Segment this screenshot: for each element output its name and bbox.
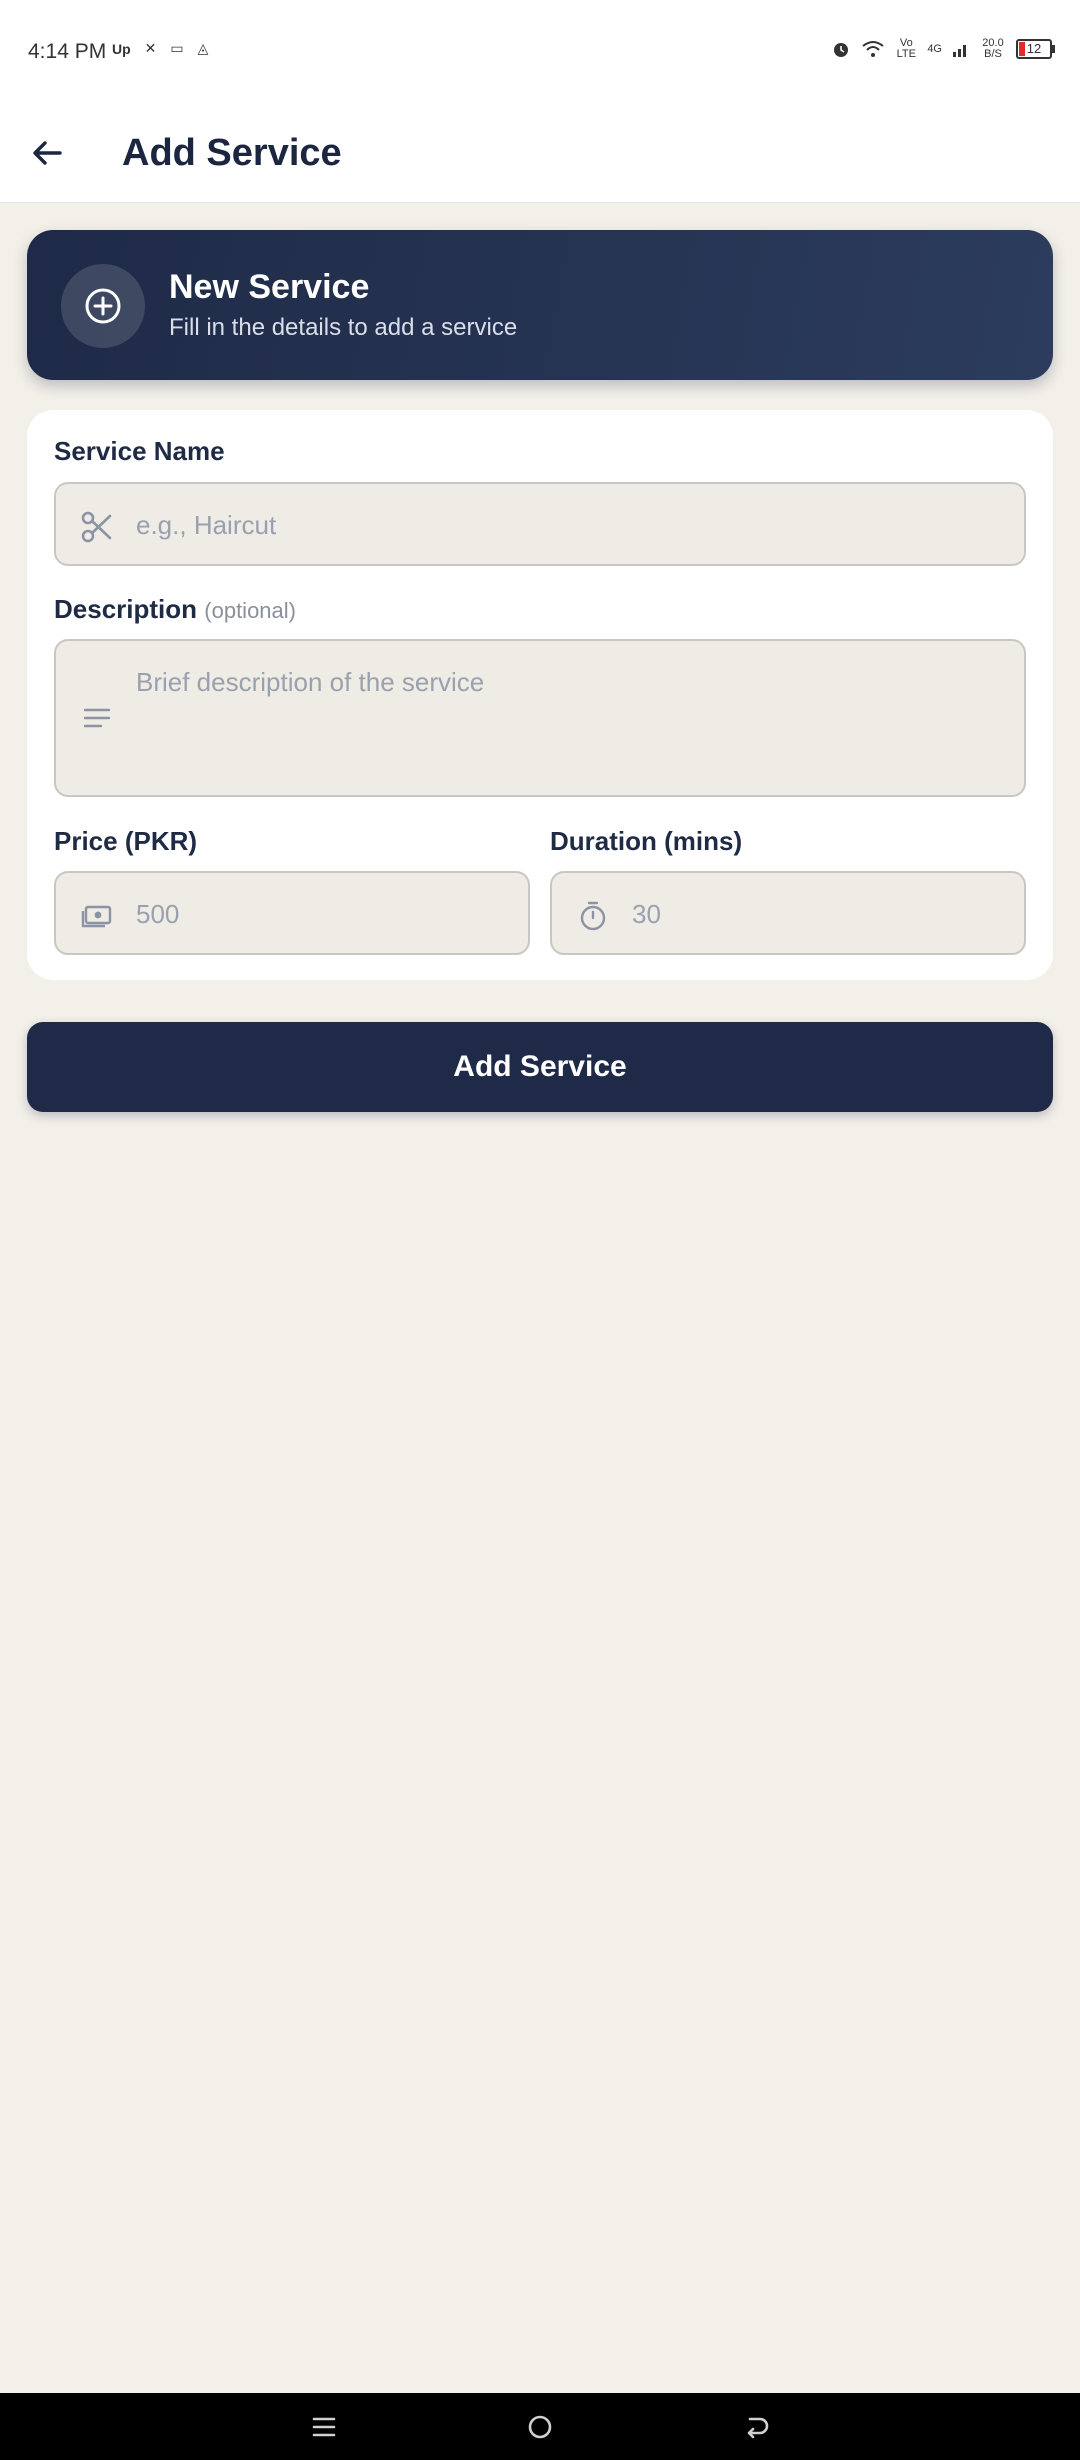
lines-icon bbox=[83, 708, 111, 728]
description-input[interactable]: Brief description of the service bbox=[54, 639, 1026, 797]
network-speed: 20.0 B/S bbox=[982, 37, 1004, 60]
hero-title: New Service bbox=[169, 268, 370, 306]
add-service-button[interactable]: Add Service bbox=[27, 1022, 1053, 1112]
plus-circle-icon bbox=[85, 288, 121, 324]
page-title: Add Service bbox=[122, 132, 342, 174]
battery-level: 12 bbox=[1026, 41, 1042, 56]
network-type: 4G bbox=[927, 42, 942, 55]
description-placeholder: Brief description of the service bbox=[136, 667, 485, 697]
service-name-input[interactable]: e.g., Haircut bbox=[54, 482, 1026, 566]
system-navigation-bar bbox=[0, 2393, 1080, 2460]
cash-icon bbox=[81, 905, 112, 928]
service-name-placeholder: e.g., Haircut bbox=[136, 510, 277, 540]
hero-subtitle: Fill in the details to add a service bbox=[169, 314, 518, 341]
price-label: Price (PKR) bbox=[54, 826, 198, 856]
description-label: Description (optional) bbox=[54, 594, 296, 625]
status-time: 4:14 PM bbox=[28, 40, 107, 63]
scissors-icon bbox=[81, 511, 112, 543]
duration-label: Duration (mins) bbox=[550, 826, 743, 856]
status-bar: 4:14 PM Up ✕ ▭ ◬ Vo LTE 4G 20.0 B/S 12 bbox=[0, 0, 1080, 104]
description-label-text: Description bbox=[54, 594, 198, 624]
home-icon[interactable] bbox=[522, 2409, 558, 2445]
status-system-icons: Vo LTE 4G 20.0 B/S 12 bbox=[831, 37, 1055, 60]
timer-icon bbox=[580, 901, 606, 931]
alarm-icon bbox=[834, 43, 849, 57]
back-nav-icon[interactable] bbox=[738, 2409, 774, 2445]
new-service-header: New Service Fill in the details to add a… bbox=[27, 230, 1053, 380]
volte-indicator: Vo LTE bbox=[896, 37, 916, 60]
battery-icon: 12 bbox=[1016, 39, 1055, 59]
app-bar: Add Service bbox=[0, 104, 1080, 203]
hero-icon-container bbox=[61, 264, 145, 348]
price-input[interactable]: 500 bbox=[54, 871, 530, 955]
duration-input[interactable]: 30 bbox=[550, 871, 1026, 955]
signal-icon bbox=[953, 45, 966, 57]
notification-icon: Up bbox=[112, 40, 131, 57]
status-notification-icons: Up ✕ ▭ ◬ bbox=[112, 40, 208, 57]
service-form: Service Name e.g., Haircut Description (… bbox=[27, 410, 1053, 980]
duration-placeholder: 30 bbox=[632, 899, 661, 929]
arrow-left-icon[interactable] bbox=[26, 132, 68, 174]
notification-icon: ✕ bbox=[144, 40, 157, 56]
optional-tag: (optional) bbox=[204, 598, 296, 623]
wifi-icon bbox=[862, 41, 884, 57]
recent-apps-icon[interactable] bbox=[306, 2409, 342, 2445]
notification-icon: ▭ bbox=[170, 40, 184, 56]
notification-icon: ◬ bbox=[197, 40, 209, 56]
service-name-label: Service Name bbox=[54, 436, 225, 466]
price-placeholder: 500 bbox=[136, 899, 180, 929]
